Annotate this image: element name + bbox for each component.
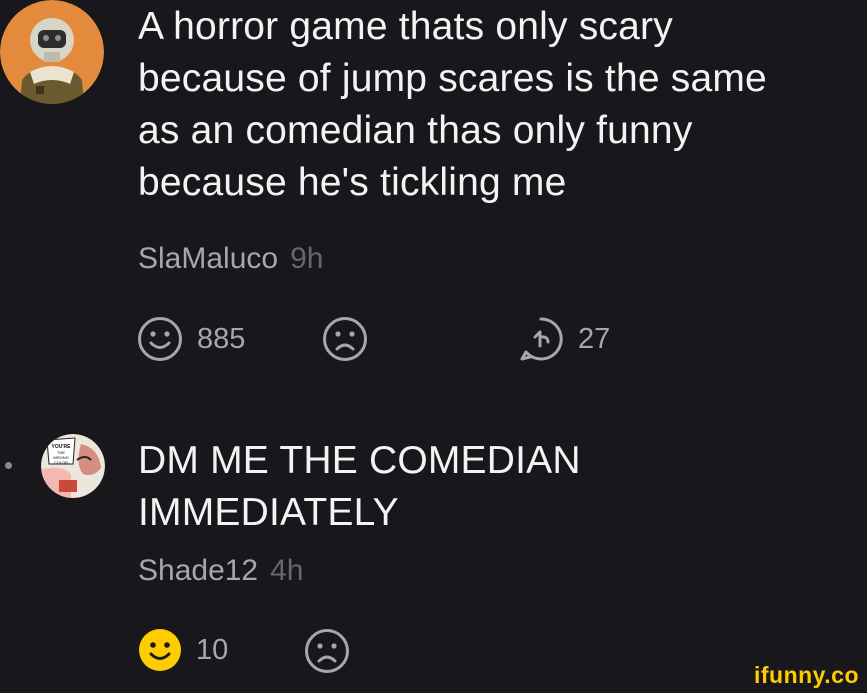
unsmile-icon [323,317,367,361]
user-avatar[interactable]: YOU'RE THE WRONG COLOR [41,434,105,498]
author-name[interactable]: SlaMaluco [138,242,278,275]
unsmile-icon [305,629,349,673]
comment-text: A horror game thats only scary because o… [138,1,767,209]
comment-meta: Shade12 4h [138,553,304,589]
user-avatar[interactable] [0,0,104,104]
smile-active-icon [139,629,181,671]
comic-avatar-icon: YOU'RE THE WRONG COLOR [41,434,105,498]
svg-text:COLOR: COLOR [54,460,68,465]
comment-text: DM ME THE COMEDIAN IMMEDIATELY [138,435,581,539]
timestamp: 4h [270,554,304,587]
comment-meta: SlaMaluco 9h [138,241,323,277]
smile-count: 10 [196,633,229,666]
comment-line: because of jump scares is the same [138,57,767,100]
comment-line: A horror game thats only scary [138,5,673,48]
smile-button[interactable]: 885 [137,316,245,362]
reply-icon [520,317,563,361]
smile-count: 885 [197,322,246,355]
reply-button[interactable]: 27 [518,316,610,362]
comment-line: because he's tickling me [138,161,567,204]
smile-button[interactable]: 10 [138,628,228,672]
author-name[interactable]: Shade12 [138,554,258,587]
unsmile-button[interactable] [322,316,368,362]
comment-line: IMMEDIATELY [138,491,399,534]
comment-line: DM ME THE COMEDIAN [138,439,581,482]
astronaut-avatar-icon [0,0,104,104]
reply-count: 27 [578,322,611,355]
smile-icon [138,317,182,361]
thread-bullet [5,462,12,469]
timestamp: 9h [290,242,324,275]
comment-line: as an comedian thas only funny [138,109,693,152]
watermark: ifunny.co [753,662,859,688]
unsmile-button[interactable] [304,628,350,674]
